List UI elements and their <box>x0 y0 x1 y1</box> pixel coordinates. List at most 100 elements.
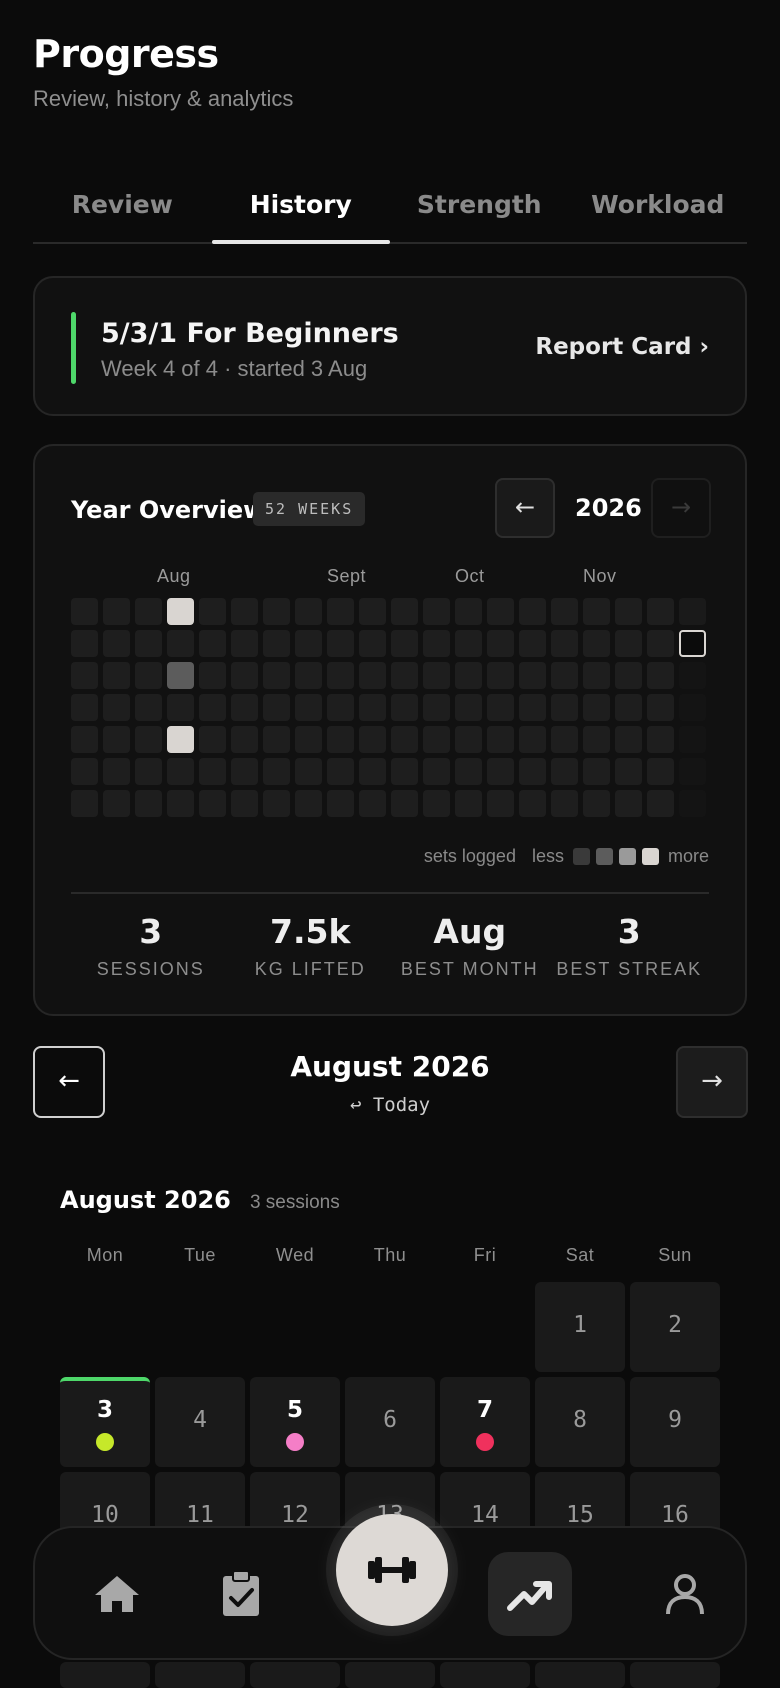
heatmap-cell <box>583 758 610 785</box>
stat-label: KG LIFTED <box>254 959 366 979</box>
heatmap-cell <box>231 758 258 785</box>
calendar-day[interactable]: 2 <box>630 1282 720 1372</box>
calendar-day[interactable]: 8 <box>535 1377 625 1467</box>
calendar-day[interactable]: 3 <box>60 1377 150 1467</box>
heatmap-cell <box>167 630 194 657</box>
heatmap-cell <box>295 598 322 625</box>
weekday-fri: Fri <box>473 1245 497 1265</box>
heatmap-cell <box>359 598 386 625</box>
heatmap-cell <box>359 726 386 753</box>
calendar-day[interactable] <box>535 1662 625 1688</box>
heatmap-cell <box>487 758 514 785</box>
calendar-day[interactable]: 6 <box>345 1377 435 1467</box>
heatmap-cell <box>647 598 674 625</box>
calendar-day[interactable]: 1 <box>535 1282 625 1372</box>
heatmap-cell <box>679 662 706 689</box>
heatmap-cell <box>103 726 130 753</box>
page-title: Progress <box>33 32 219 76</box>
report-card-link[interactable]: Report Card › <box>535 334 709 360</box>
start-workout-button[interactable] <box>336 1514 448 1626</box>
year-overview-title: Year Overview <box>71 496 266 524</box>
heatmap-cell <box>487 694 514 721</box>
calendar-day[interactable]: 5 <box>250 1377 340 1467</box>
program-card[interactable]: 5/3/1 For Beginners Week 4 of 4 · starte… <box>33 276 747 416</box>
heatmap-cell <box>551 694 578 721</box>
weekday-thu: Thu <box>373 1245 407 1265</box>
month-label-oct: Oct <box>455 566 485 586</box>
stat-label: BEST MONTH <box>400 959 539 979</box>
heatmap-cell <box>423 758 450 785</box>
heatmap-cell <box>647 694 674 721</box>
calendar-day[interactable]: 7 <box>440 1377 530 1467</box>
weeks-badge: 52 WEEKS <box>253 492 366 526</box>
heatmap-cell <box>71 662 98 689</box>
heatmap-cell <box>679 694 706 721</box>
day-number: 16 <box>661 1502 689 1528</box>
year-prev-button[interactable]: ← <box>495 478 555 538</box>
calendar-day[interactable]: 4 <box>155 1377 245 1467</box>
heatmap-cell <box>135 662 162 689</box>
heatmap-cell <box>199 662 226 689</box>
heatmap-cell <box>647 726 674 753</box>
legend-caption: sets logged <box>423 846 516 866</box>
tab-strength[interactable]: Strength <box>390 178 569 242</box>
day-number: 5 <box>286 1397 303 1423</box>
heatmap-cell <box>487 598 514 625</box>
heatmap-cell <box>167 694 194 721</box>
heatmap-cell <box>295 790 322 817</box>
heatmap-cell <box>327 662 354 689</box>
heatmap-cell <box>391 630 418 657</box>
heatmap-cell <box>487 630 514 657</box>
tab-history[interactable]: History <box>211 178 391 244</box>
heatmap-cell <box>423 598 450 625</box>
heatmap-cell <box>71 726 98 753</box>
weekday-tue: Tue <box>184 1245 216 1265</box>
heatmap-cell <box>519 662 546 689</box>
month-title: August 2026 <box>290 1050 490 1083</box>
person-icon[interactable] <box>655 1564 715 1624</box>
heatmap-cell <box>487 790 514 817</box>
heatmap-cell <box>391 790 418 817</box>
calendar-day[interactable] <box>345 1662 435 1688</box>
legend-swatch-2 <box>595 848 613 865</box>
heatmap-cell <box>263 694 290 721</box>
heatmap-cell <box>295 726 322 753</box>
month-next-button[interactable]: → <box>676 1046 748 1118</box>
month-label-sept: Sept <box>327 566 367 586</box>
tab-review[interactable]: Review <box>33 178 212 242</box>
heatmap-cell <box>615 694 642 721</box>
today-button[interactable]: ↩ Today <box>0 1094 780 1116</box>
heatmap-cell <box>519 758 546 785</box>
tab-workload[interactable]: Workload <box>569 178 748 242</box>
heatmap-cell <box>199 694 226 721</box>
heatmap-cell <box>167 662 194 689</box>
calendar-day[interactable] <box>250 1662 340 1688</box>
clipboard-check-icon[interactable] <box>211 1564 271 1624</box>
heatmap-cell <box>135 790 162 817</box>
heatmap-cell <box>423 630 450 657</box>
calendar-day[interactable] <box>630 1662 720 1688</box>
heatmap-cell <box>583 630 610 657</box>
month-label-aug: Aug <box>157 566 191 586</box>
calendar-day[interactable] <box>440 1662 530 1688</box>
progress-nav-item[interactable] <box>488 1552 572 1636</box>
month-label-nov: Nov <box>583 566 617 586</box>
dumbbell-icon <box>368 1557 416 1583</box>
heatmap-cell <box>135 598 162 625</box>
heatmap-cell <box>167 758 194 785</box>
calendar-day[interactable]: 9 <box>630 1377 720 1467</box>
heatmap-cell <box>359 630 386 657</box>
stats-row: 3 SESSIONS 7.5k KG LIFTED Aug BEST MONTH… <box>71 912 709 980</box>
stat-best-streak: 3 BEST STREAK <box>550 912 710 980</box>
home-icon[interactable] <box>87 1564 147 1624</box>
calendar-title: August 2026 <box>60 1186 231 1214</box>
calendar-day[interactable] <box>60 1662 150 1688</box>
heatmap-cell <box>487 726 514 753</box>
calendar-day[interactable] <box>155 1662 245 1688</box>
legend-more: more <box>667 846 709 866</box>
day-number: 15 <box>566 1502 594 1528</box>
year-next-button[interactable]: → <box>651 478 711 538</box>
heatmap-cell <box>455 758 482 785</box>
heatmap-cell <box>231 598 258 625</box>
heatmap-cell <box>551 790 578 817</box>
